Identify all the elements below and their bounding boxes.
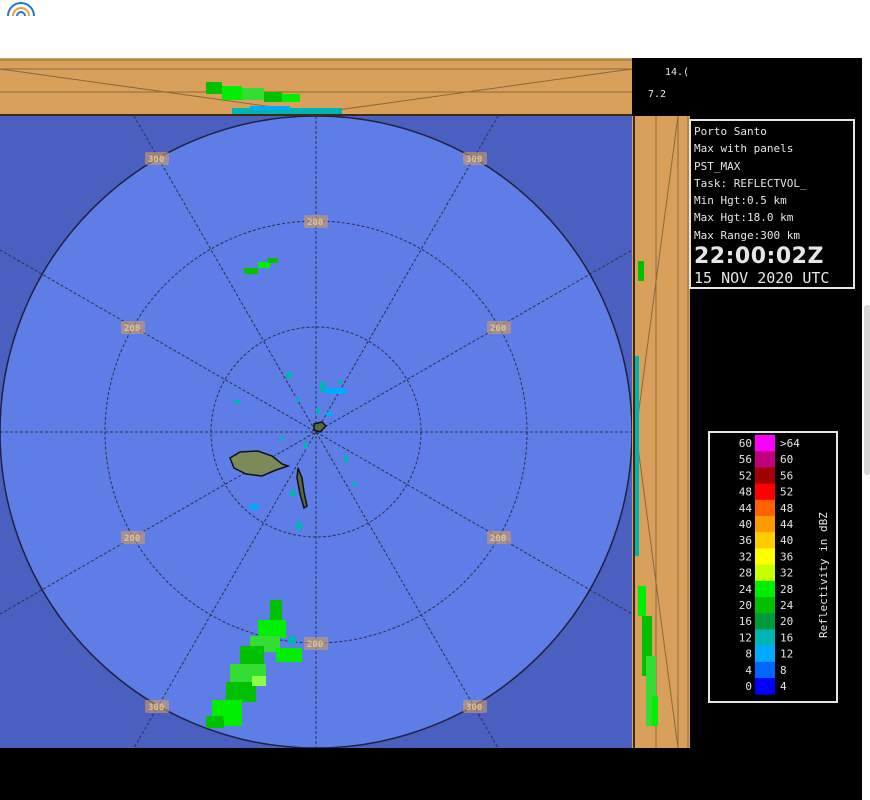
radar-ppi-panel[interactable]: 300 300 200 200 200 200 200 200 300 300	[0, 116, 632, 748]
legend-color-swatch	[755, 661, 775, 679]
legend-left-label: 36	[739, 534, 752, 547]
legend-right-label: 40	[780, 534, 793, 547]
radar-ppi-display: 300 300 200 200 200 200 200 200 300 300	[0, 116, 632, 748]
range-label-200-e: 200	[490, 324, 506, 334]
range-label-300-ne: 300	[466, 155, 482, 165]
legend-color-swatch	[755, 532, 775, 549]
reflectivity-legend: 60 56 52 48 44 40 36 32 28 24 20 16 12 8 4 0 >64 60 56 52 4…	[708, 431, 838, 703]
legend-right-label: 4	[780, 680, 787, 693]
range-label-300-nw: 300	[148, 155, 164, 165]
legend-color-swatch	[755, 580, 775, 598]
legend-right-label: >64	[780, 437, 800, 450]
legend-title: Reflectivity in dBZ	[817, 512, 830, 638]
info-product: Max with panels	[694, 142, 794, 156]
info-min-height: Min Hgt:0.5 km	[694, 194, 787, 208]
legend-left-label: 32	[739, 550, 752, 563]
top-strip	[0, 0, 870, 58]
legend-left-label: 8	[745, 648, 752, 661]
side-cross-section-panel	[632, 116, 690, 748]
range-label-200-se: 200	[490, 534, 506, 544]
legend-right-label: 48	[780, 502, 793, 515]
legend-left-label: 56	[739, 453, 752, 466]
range-label-300-sw: 300	[148, 703, 164, 713]
range-label-200-s: 200	[307, 640, 323, 650]
height-label-mid: 7.2	[648, 89, 667, 100]
scroll-handle[interactable]	[864, 305, 870, 475]
legend-right-label: 12	[780, 648, 793, 661]
legend-color-swatch	[755, 467, 775, 485]
legend-color-swatch	[755, 678, 775, 695]
legend-right-label: 32	[780, 567, 793, 580]
legend-left-label: 24	[739, 583, 753, 596]
legend-left-label: 20	[739, 599, 752, 612]
legend-right-label: 8	[780, 664, 787, 677]
radar-app-logo-icon[interactable]	[2, 0, 42, 18]
range-label-200-w: 200	[124, 324, 140, 334]
legend-color-swatch	[755, 613, 775, 630]
legend-left-label: 16	[739, 615, 752, 628]
legend-right-label: 24	[780, 599, 794, 612]
legend-color-swatch	[755, 564, 775, 582]
legend-left-label: 48	[739, 486, 752, 499]
legend-right-label: 60	[780, 453, 793, 466]
legend-color-swatch	[755, 435, 775, 452]
range-label-300-se: 300	[466, 703, 482, 713]
legend-color-swatch	[755, 516, 775, 533]
legend-color-swatch	[755, 451, 775, 468]
legend-left-label: 4	[745, 664, 752, 677]
legend-right-label: 16	[780, 631, 793, 644]
info-station: Porto Santo	[694, 125, 767, 138]
legend-right-label: 56	[780, 469, 793, 482]
product-info-box: Porto Santo Max with panels PST_MAX Task…	[689, 119, 855, 289]
info-max-height: Max Hgt:18.0 km	[694, 211, 794, 225]
legend-right-label: 28	[780, 583, 793, 596]
legend-right-label: 36	[780, 550, 793, 563]
legend-right-label: 20	[780, 615, 793, 628]
top-cross-section-panel	[0, 58, 632, 116]
height-label-top: 14.(	[665, 67, 690, 78]
legend-color-swatch	[755, 548, 775, 566]
info-task: Task: REFLECTVOL_	[694, 176, 807, 190]
info-time: 22:00:02Z	[694, 244, 824, 270]
legend-color-swatch	[755, 597, 775, 614]
info-code: PST_MAX	[694, 159, 741, 173]
range-label-200-n: 200	[307, 218, 323, 228]
legend-right-label: 44	[780, 518, 794, 531]
legend-left-label: 40	[739, 518, 752, 531]
legend-left-label: 0	[745, 680, 752, 693]
legend-color-swatch	[755, 645, 775, 663]
legend-right-label: 52	[780, 486, 793, 499]
legend-left-label: 60	[739, 437, 752, 450]
legend-left-label: 52	[739, 469, 752, 482]
legend-color-swatch	[755, 629, 775, 647]
info-max-range: Max Range:300 km	[694, 228, 800, 242]
range-label-200-sw: 200	[124, 534, 140, 544]
legend-left-label: 28	[739, 567, 752, 580]
info-date: 15 NOV 2020 UTC	[694, 269, 830, 288]
legend-color-swatch	[755, 499, 775, 517]
legend-color-swatch	[755, 483, 775, 501]
legend-left-label: 44	[739, 502, 753, 515]
legend-left-label: 12	[739, 631, 752, 644]
